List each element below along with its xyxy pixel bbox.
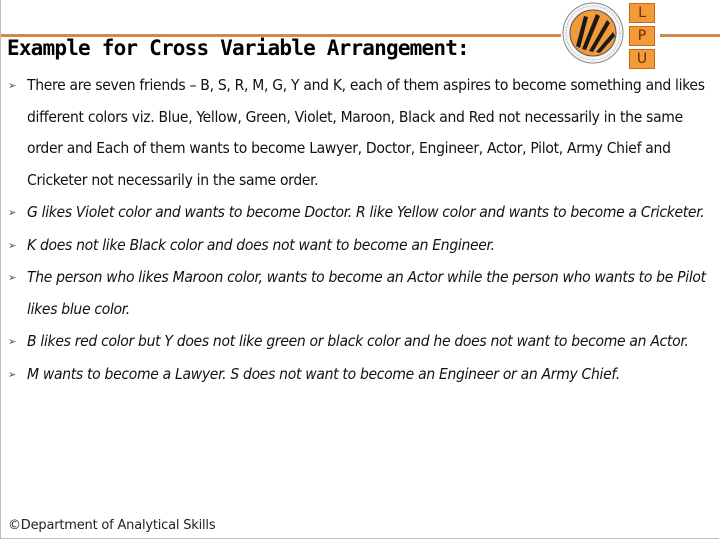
logo-letter-p: P bbox=[629, 26, 655, 46]
arrow-bullet-icon: ➢ bbox=[8, 271, 16, 284]
bullet-item-clue-2: ➢ K does not like Black color and does n… bbox=[0, 230, 720, 262]
bullet-item-clue-3: ➢ The person who likes Maroon color, wan… bbox=[0, 262, 720, 325]
bullet-item-clue-4: ➢ B likes red color but Y does not like … bbox=[0, 326, 720, 358]
bullet-text: K does not like Black color and does not… bbox=[27, 235, 495, 254]
arrow-bullet-icon: ➢ bbox=[8, 79, 16, 92]
arrow-bullet-icon: ➢ bbox=[8, 206, 16, 219]
bullet-text: B likes red color but Y does not like gr… bbox=[27, 332, 689, 350]
bullet-item-intro: ➢ There are seven friends – B, S, R, M, … bbox=[0, 70, 720, 196]
logo-letter-u: U bbox=[629, 49, 655, 69]
bullet-text: M wants to become a Lawyer. S does not w… bbox=[27, 364, 620, 383]
arrow-bullet-icon: ➢ bbox=[8, 335, 16, 348]
header-rule-right bbox=[660, 34, 720, 37]
footer-copyright: ©Department of Analytical Skills bbox=[8, 518, 216, 533]
bullet-item-clue-5: ➢ M wants to become a Lawyer. S does not… bbox=[0, 359, 720, 391]
slide-title: Example for Cross Variable Arrangement: bbox=[7, 36, 470, 60]
arrow-bullet-icon: ➢ bbox=[8, 238, 16, 252]
bullet-text: There are seven friends – B, S, R, M, G,… bbox=[27, 76, 705, 189]
bullet-text: G likes Violet color and wants to become… bbox=[27, 203, 705, 221]
arrow-bullet-icon: ➢ bbox=[8, 367, 16, 381]
logo-letter-l: L bbox=[629, 3, 655, 23]
lpu-letter-logo: L P U bbox=[629, 3, 657, 72]
bullet-item-clue-1: ➢ G likes Violet color and wants to beco… bbox=[0, 197, 720, 229]
lpu-seal-icon bbox=[562, 2, 624, 64]
bullet-text: The person who likes Maroon color, wants… bbox=[27, 268, 706, 318]
bullet-list: ➢ There are seven friends – B, S, R, M, … bbox=[0, 70, 720, 390]
